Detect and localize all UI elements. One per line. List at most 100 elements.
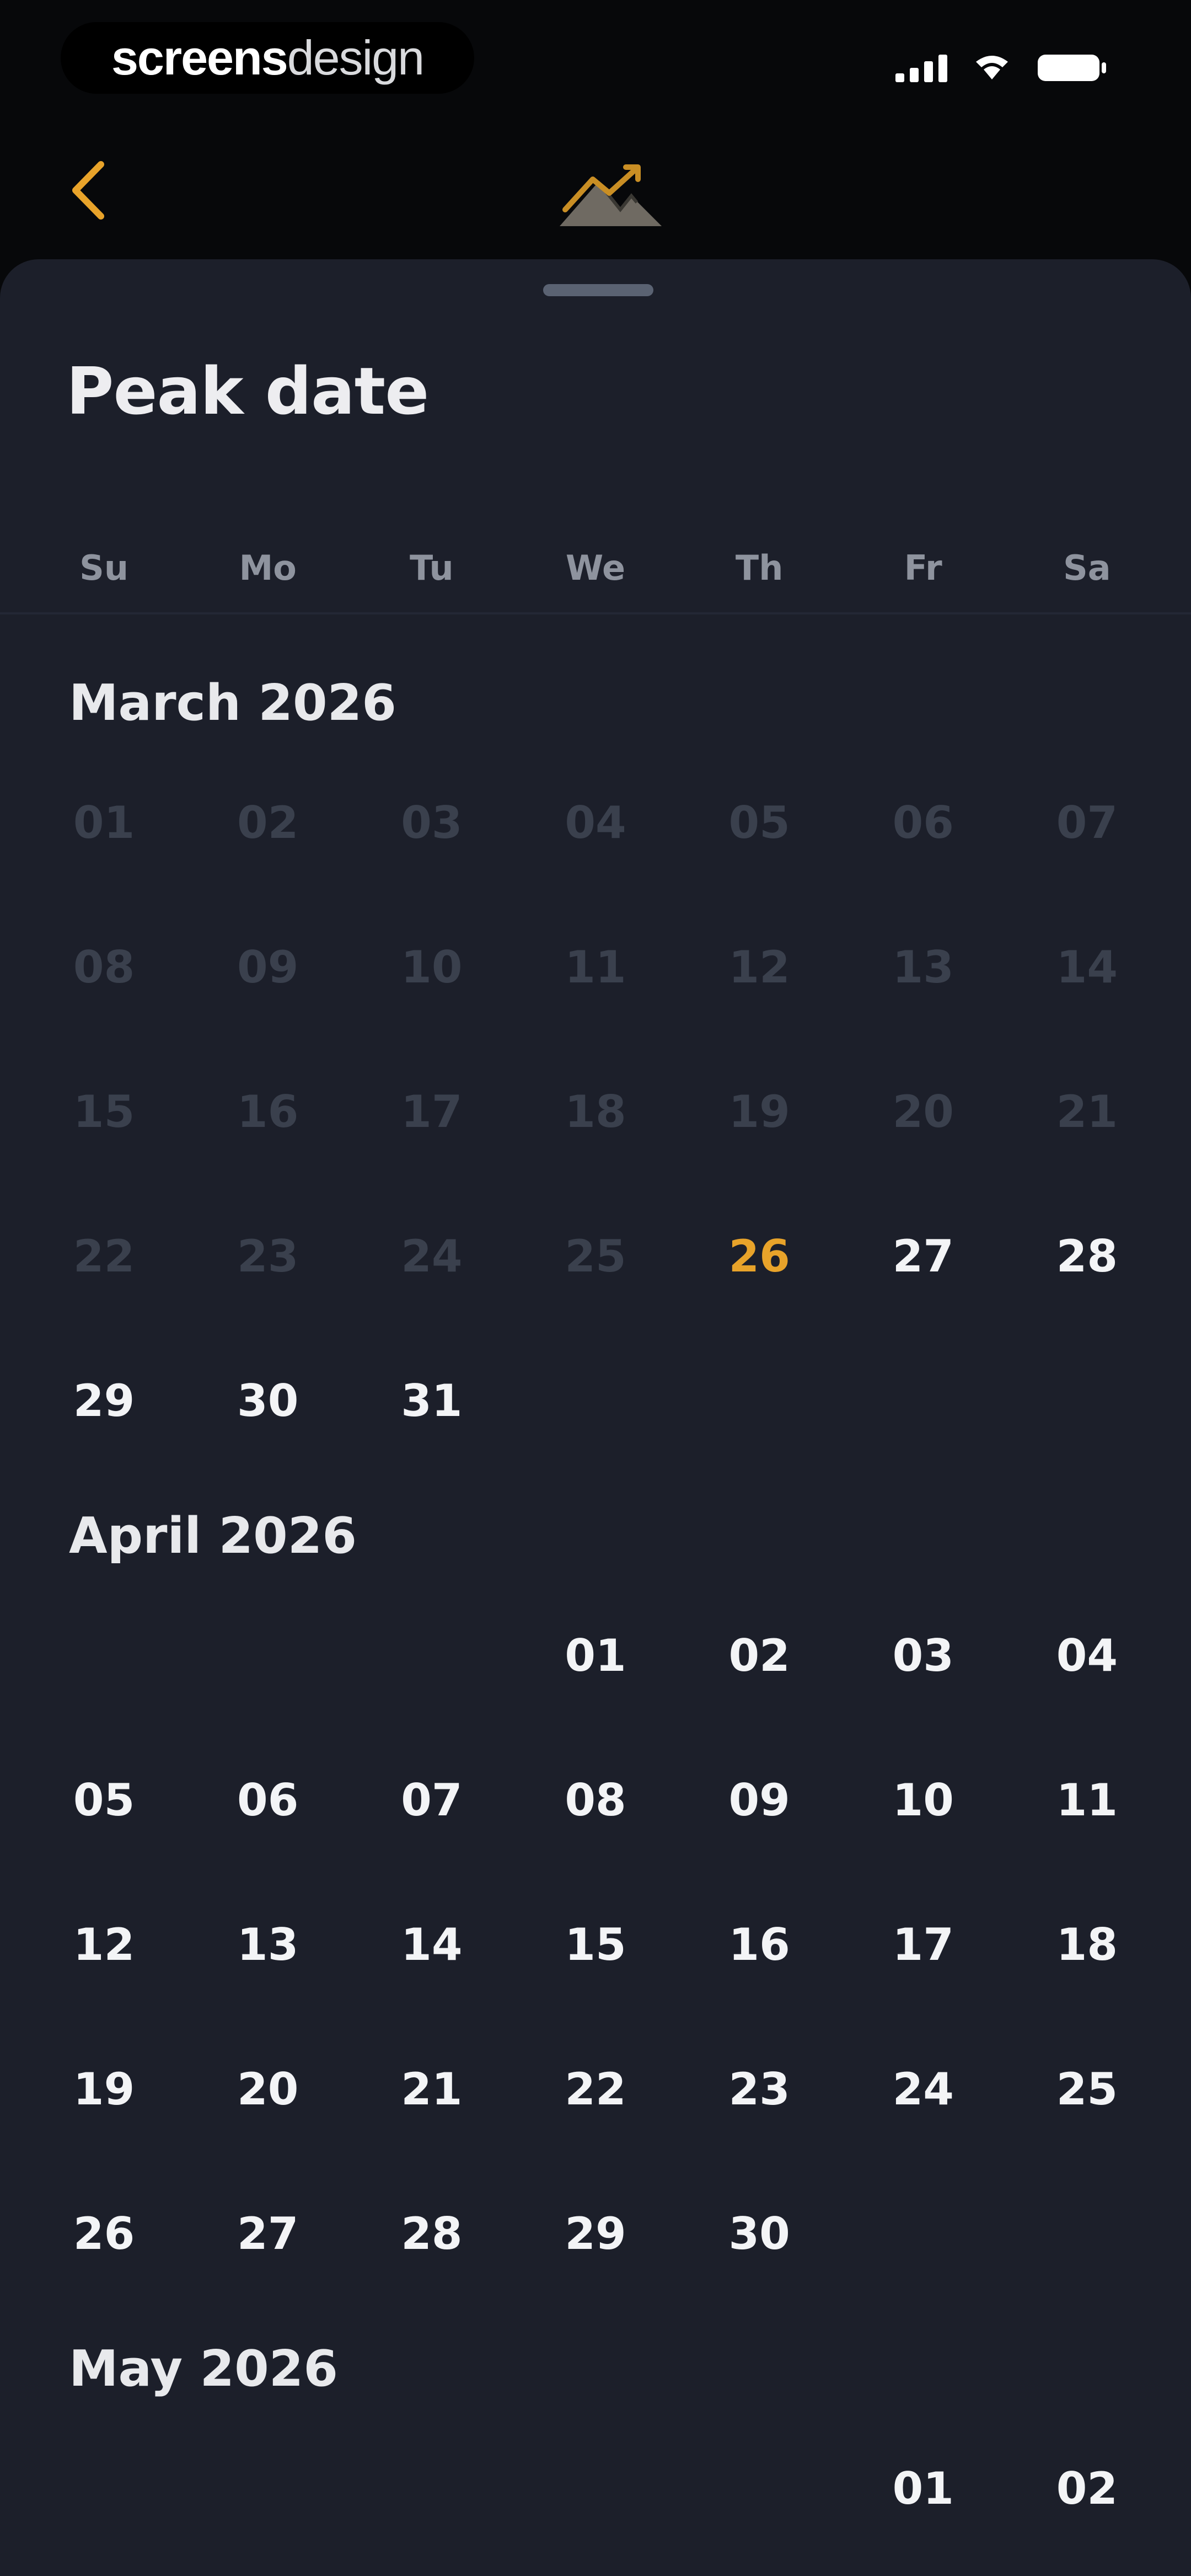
calendar-day[interactable]: 24 <box>841 2017 1005 2161</box>
brand-watermark: screens design <box>61 22 474 94</box>
calendar-day[interactable]: 25 <box>1005 2017 1169 2161</box>
month-title: March 2026 <box>69 674 396 732</box>
calendar-day-disabled: 21 <box>1056 1086 1118 1137</box>
weekday-label: Fr <box>904 548 942 588</box>
calendar-day[interactable]: 28 <box>350 2161 513 2306</box>
calendar-day[interactable]: 01 <box>513 1583 677 1728</box>
calendar-day-disabled: 22 <box>73 1230 135 1282</box>
calendar-day[interactable]: 10 <box>841 1728 1005 1872</box>
calendar-day[interactable]: 17 <box>841 1872 1005 2017</box>
day-grid: 01 02 03 04 05 06 07 08 09 10 11 12 13 14 15 16 17 18 19 20… <box>0 750 1191 1473</box>
empty-day-cell <box>22 2416 186 2561</box>
empty-day-cell <box>841 1328 1005 1473</box>
empty-day-cell <box>350 1583 513 1728</box>
calendar-day-disabled: 24 <box>401 1230 463 1282</box>
calendar-day-disabled: 01 <box>73 797 135 848</box>
calendar-day-disabled: 20 <box>892 1086 954 1137</box>
calendar-day[interactable]: 28 <box>1005 1184 1169 1328</box>
drag-handle[interactable] <box>543 284 653 296</box>
calendar-day-disabled: 04 <box>565 797 626 848</box>
month-title: April 2026 <box>69 1507 357 1565</box>
calendar-day[interactable]: 22 <box>513 2017 677 2161</box>
day-grid: 01 02 <box>0 2416 1191 2561</box>
calendar-day[interactable]: 26 <box>22 2161 186 2306</box>
calendar-day-disabled: 06 <box>892 797 954 848</box>
calendar-day-disabled: 10 <box>401 941 463 993</box>
month-section: May 2026 01 02 <box>0 2322 1191 2561</box>
calendar-day[interactable]: 16 <box>678 1872 841 2017</box>
calendar-day-disabled: 25 <box>565 1230 626 1282</box>
month-section: March 2026 01 02 03 04 05 06 07 08 09 10 11 12 13 14 15… <box>0 656 1191 1473</box>
empty-day-cell <box>513 2416 677 2561</box>
wifi-icon <box>974 54 1010 82</box>
calendar-day-disabled: 07 <box>1056 797 1118 848</box>
calendar-day[interactable]: 09 <box>678 1728 841 1872</box>
calendar-day-disabled: 23 <box>237 1230 299 1282</box>
calendar-day[interactable]: 01 <box>841 2416 1005 2561</box>
calendar-day-disabled: 14 <box>1056 941 1118 993</box>
calendar-day[interactable]: 11 <box>1005 1728 1169 1872</box>
calendar-day-disabled: 08 <box>73 941 135 993</box>
calendar-day[interactable]: 03 <box>841 1583 1005 1728</box>
calendar-day[interactable]: 27 <box>186 2161 350 2306</box>
signal-icon <box>895 54 947 82</box>
calendar-day-disabled: 11 <box>565 941 626 993</box>
status-bar: screens design <box>0 0 1191 127</box>
calendar-day[interactable]: 27 <box>841 1184 1005 1328</box>
empty-day-cell <box>350 2416 513 2561</box>
day-grid: 01 02 03 04 05 06 07 08 09 10 11 12 13 14 15 16 17 18 19 20… <box>0 1583 1191 2306</box>
calendar-day-today[interactable]: 26 <box>678 1184 841 1328</box>
calendar-day[interactable]: 20 <box>186 2017 350 2161</box>
weekday-header: Su Mo Tu We Th Fr Sa <box>0 535 1191 601</box>
calendar-day-disabled: 17 <box>401 1086 463 1137</box>
calendar-day-disabled: 13 <box>892 941 954 993</box>
calendar-day[interactable]: 19 <box>22 2017 186 2161</box>
calendar-day[interactable]: 30 <box>678 2161 841 2306</box>
empty-day-cell <box>1005 2161 1169 2306</box>
back-button[interactable] <box>55 157 121 223</box>
calendar-day[interactable]: 06 <box>186 1728 350 1872</box>
empty-day-cell <box>678 1328 841 1473</box>
empty-day-cell <box>22 1583 186 1728</box>
calendar-day[interactable]: 31 <box>350 1328 513 1473</box>
calendar-day[interactable]: 15 <box>513 1872 677 2017</box>
calendar-day[interactable]: 02 <box>1005 2416 1169 2561</box>
calendar-day-disabled: 02 <box>237 797 299 848</box>
brand-text-part1: screens <box>111 30 288 85</box>
calendar-day-disabled: 18 <box>565 1086 626 1137</box>
sheet-title: Peak date <box>66 353 429 429</box>
date-picker-sheet: Peak date Su Mo Tu We Th Fr Sa March 2026 01 02 0… <box>0 259 1191 2576</box>
empty-day-cell <box>513 1328 677 1473</box>
divider <box>0 612 1191 614</box>
empty-day-cell <box>1005 1328 1169 1473</box>
calendar-day-disabled: 16 <box>237 1086 299 1137</box>
calendar-day[interactable]: 29 <box>513 2161 677 2306</box>
calendar-day[interactable]: 05 <box>22 1728 186 1872</box>
calendar-day[interactable]: 04 <box>1005 1583 1169 1728</box>
calendar-day[interactable]: 08 <box>513 1728 677 1872</box>
calendar-day[interactable]: 29 <box>22 1328 186 1473</box>
weekday-label: Tu <box>410 548 454 588</box>
calendar-day[interactable]: 02 <box>678 1583 841 1728</box>
calendar-day[interactable]: 07 <box>350 1728 513 1872</box>
calendar-day[interactable]: 21 <box>350 2017 513 2161</box>
weekday-label: Su <box>79 548 128 588</box>
calendar-day[interactable]: 14 <box>350 1872 513 2017</box>
calendar-day[interactable]: 30 <box>186 1328 350 1473</box>
calendar-day[interactable]: 23 <box>678 2017 841 2161</box>
weekday-label: We <box>565 548 626 588</box>
weekday-label: Th <box>735 548 784 588</box>
calendar-months: March 2026 01 02 03 04 05 06 07 08 09 10 11 12 13 14 15… <box>0 656 1191 2576</box>
calendar-day[interactable]: 12 <box>22 1872 186 2017</box>
month-section: April 2026 01 02 03 04 05 06 07 08 09 10 11 12 13 14 15… <box>0 1489 1191 2306</box>
month-title: May 2026 <box>69 2340 339 2398</box>
mountain-peak-icon <box>554 157 664 234</box>
empty-day-cell <box>186 1583 350 1728</box>
calendar-day-disabled: 19 <box>728 1086 790 1137</box>
calendar-day[interactable]: 13 <box>186 1872 350 2017</box>
weekday-label: Mo <box>239 548 297 588</box>
top-nav <box>0 127 1191 259</box>
calendar-day[interactable]: 18 <box>1005 1872 1169 2017</box>
calendar-day-disabled: 12 <box>728 941 790 993</box>
chevron-left-icon <box>72 161 104 220</box>
